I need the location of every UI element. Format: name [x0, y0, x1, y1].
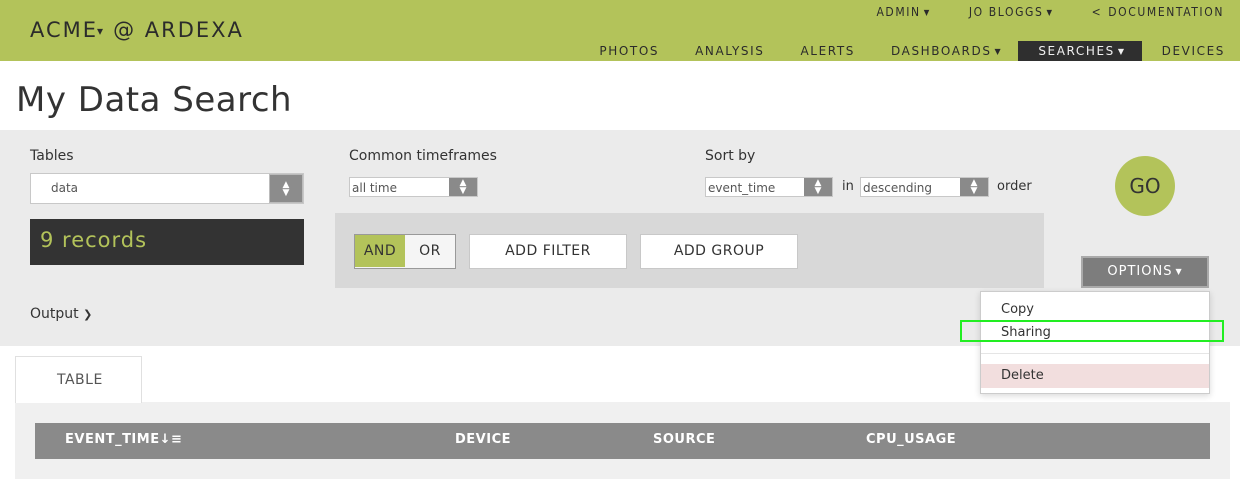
filter-builder: AND OR ADD FILTER ADD GROUP — [335, 213, 1044, 288]
logo-suffix: @ ARDEXA — [113, 18, 244, 42]
column-header-cpu-usage[interactable]: CPU_USAGE — [866, 432, 956, 447]
tab-table[interactable]: TABLE — [15, 356, 142, 403]
nav-documentation[interactable]: < DOCUMENTATION — [1054, 5, 1224, 19]
go-button[interactable]: GO — [1115, 156, 1175, 216]
page-title: My Data Search — [16, 80, 293, 120]
nav-admin[interactable]: ADMIN ▼ — [838, 5, 930, 19]
nav-searches[interactable]: SEARCHES ▼ — [1018, 41, 1142, 61]
nav-devices[interactable]: DEVICES — [1142, 41, 1240, 61]
sort-field-select[interactable]: event_time ▲ ▼ — [705, 177, 833, 197]
options-menu: Copy Sharing Delete — [980, 291, 1210, 394]
sort-direction-value: descending — [863, 181, 933, 195]
spinner-icon: ▲ ▼ — [804, 178, 832, 196]
sort-in-label: in — [842, 179, 854, 194]
output-label: Output — [30, 306, 79, 322]
nav-alerts-label: ALERTS — [800, 44, 855, 58]
menu-divider — [981, 353, 1209, 354]
and-button[interactable]: AND — [355, 235, 405, 267]
selection-highlight — [960, 320, 1224, 342]
options-label: OPTIONS — [1107, 264, 1173, 279]
nav-devices-label: DEVICES — [1161, 44, 1225, 58]
nav-dashboards-label: DASHBOARDS — [891, 44, 992, 58]
nav-alerts[interactable]: ALERTS — [781, 41, 872, 61]
caret-down-icon: ▼ — [994, 47, 1003, 56]
nav-dashboards[interactable]: DASHBOARDS ▼ — [871, 41, 1018, 61]
sort-descending-icon: ↓≡ — [159, 432, 183, 447]
caret-down-icon: ▼ — [923, 8, 931, 17]
logo-text: ACME — [30, 18, 99, 42]
spinner-icon: ▲ ▼ — [269, 174, 303, 203]
results-table-header: EVENT_TIME↓≡ DEVICE SOURCE CPU_USAGE — [35, 423, 1210, 459]
caret-down-icon: ▼ — [1175, 267, 1183, 276]
brand-logo[interactable]: ACME▾ @ ARDEXA — [30, 18, 244, 42]
add-group-button[interactable]: ADD GROUP — [640, 234, 798, 269]
chevron-down-icon: ❯ — [83, 308, 93, 321]
nav-photos[interactable]: PHOTOS — [579, 41, 675, 61]
nav-analysis[interactable]: ANALYSIS — [675, 41, 780, 61]
timeframe-select[interactable]: all time ▲ ▼ — [349, 177, 478, 197]
nav-searches-label: SEARCHES — [1038, 44, 1115, 58]
column-header-event-time-label: EVENT_TIME — [65, 432, 160, 447]
and-or-toggle: AND OR — [354, 234, 456, 269]
or-button[interactable]: OR — [405, 235, 455, 267]
records-count: 9 records — [30, 219, 304, 265]
sort-field-value: event_time — [708, 181, 776, 195]
nav-user-label: JO BLOGGS — [968, 5, 1044, 19]
nav-user[interactable]: JO BLOGGS ▼ — [931, 5, 1054, 19]
tables-select[interactable]: data ▲ ▼ — [30, 173, 304, 204]
spinner-icon: ▲ ▼ — [960, 178, 988, 196]
tables-select-value: data — [51, 181, 79, 195]
nav-admin-label: ADMIN — [876, 5, 921, 19]
caret-down-icon: ▾ — [97, 24, 106, 38]
output-toggle[interactable]: Output ❯ — [30, 306, 92, 322]
caret-down-icon: ▼ — [1046, 8, 1054, 17]
timeframes-label: Common timeframes — [349, 148, 497, 164]
options-button[interactable]: OPTIONS ▼ — [1081, 256, 1209, 288]
nav-photos-label: PHOTOS — [599, 44, 660, 58]
sort-label: Sort by — [705, 148, 756, 164]
chevron-left-icon: < — [1091, 5, 1103, 19]
user-nav: ADMIN ▼ JO BLOGGS ▼ < DOCUMENTATION — [838, 5, 1224, 19]
column-header-device[interactable]: DEVICE — [455, 432, 511, 447]
column-header-source[interactable]: SOURCE — [653, 432, 715, 447]
menu-item-copy[interactable]: Copy — [981, 298, 1209, 322]
sort-direction-select[interactable]: descending ▲ ▼ — [860, 177, 989, 197]
spinner-icon: ▲ ▼ — [449, 178, 477, 196]
nav-documentation-label: DOCUMENTATION — [1108, 5, 1224, 19]
top-navigation-bar: ACME▾ @ ARDEXA ADMIN ▼ JO BLOGGS ▼ < DOCUMEN… — [0, 0, 1240, 61]
sort-order-label: order — [997, 179, 1032, 194]
menu-item-delete[interactable]: Delete — [981, 364, 1209, 388]
caret-down-icon: ▼ — [1117, 47, 1126, 56]
main-nav: PHOTOS ANALYSIS ALERTS DASHBOARDS ▼ SEARC… — [579, 41, 1240, 61]
tables-label: Tables — [30, 148, 74, 164]
timeframe-select-value: all time — [352, 181, 397, 195]
nav-analysis-label: ANALYSIS — [695, 44, 765, 58]
column-header-event-time[interactable]: EVENT_TIME↓≡ — [65, 432, 182, 447]
add-filter-button[interactable]: ADD FILTER — [469, 234, 627, 269]
